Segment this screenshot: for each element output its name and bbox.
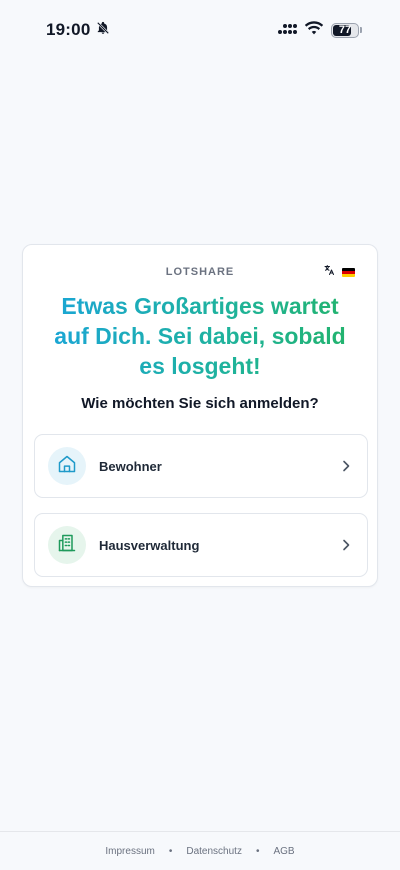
footer-separator: •	[255, 845, 260, 857]
status-right: 77	[277, 20, 362, 40]
login-prompt: Wie möchten Sie sich anmelden?	[81, 395, 319, 412]
battery-indicator: 77	[331, 22, 362, 38]
chevron-right-icon	[339, 538, 353, 552]
card-header: LOTSHARE	[23, 263, 377, 281]
footer: Impressum • Datenschutz • AGB	[0, 831, 400, 870]
option-resident-icon-wrap	[48, 447, 86, 485]
footer-link-datenschutz[interactable]: Datenschutz	[186, 846, 242, 857]
status-bar: 19:00 77	[0, 0, 400, 60]
chevron-right-icon	[339, 459, 353, 473]
login-card: LOTSHARE Etwas Großartiges wartet auf Di…	[22, 244, 378, 587]
translate-icon[interactable]	[323, 263, 335, 281]
status-left: 19:00	[46, 20, 110, 40]
headline: Etwas Großartiges wartet auf Dich. Sei d…	[41, 291, 359, 381]
option-property-management-button[interactable]: Hausverwaltung	[34, 513, 368, 577]
bell-muted-icon	[96, 21, 110, 40]
wifi-icon	[304, 20, 324, 40]
brand-name: LOTSHARE	[165, 266, 235, 278]
option-resident-label: Bewohner	[99, 458, 162, 474]
status-time: 19:00	[46, 20, 91, 39]
footer-link-impressum[interactable]: Impressum	[105, 846, 154, 857]
german-flag-icon[interactable]	[342, 267, 355, 277]
footer-separator: •	[168, 845, 173, 857]
building-icon	[57, 533, 77, 558]
cellular-signal-icon	[277, 21, 297, 40]
battery-level: 77	[338, 24, 352, 36]
option-property-management-label: Hausverwaltung	[99, 537, 200, 553]
footer-link-agb[interactable]: AGB	[273, 846, 294, 857]
home-icon	[57, 454, 77, 479]
battery-icon: 77	[331, 22, 359, 38]
option-resident-button[interactable]: Bewohner	[34, 434, 368, 498]
language-switcher[interactable]	[323, 263, 355, 281]
option-property-management-icon-wrap	[48, 526, 86, 564]
